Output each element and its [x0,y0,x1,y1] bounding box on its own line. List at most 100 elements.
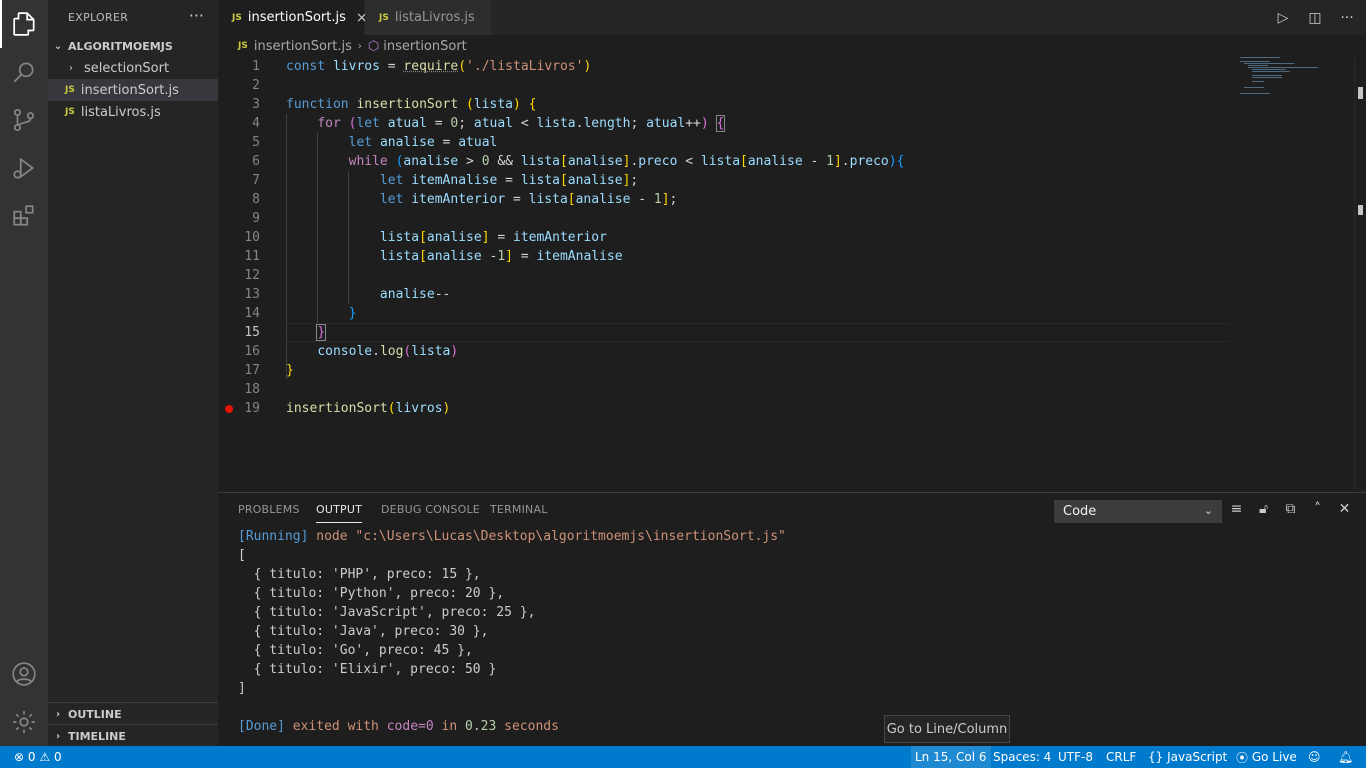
feedback-icon[interactable]: ☺ [1308,746,1321,768]
elapsed-time: 0.23 [465,719,497,734]
code-line: let itemAnterior = lista[analise - 1]; [379,192,678,207]
open-in-editor-icon[interactable]: ⧉ [1282,501,1299,517]
tab-label: insertionSort.js [247,10,346,25]
scroll-indicator [1358,205,1363,215]
editor-tab-bar: JS insertionSort.js × JS listaLivros.js … [218,0,1366,35]
explorer-title: EXPLORER [68,11,129,24]
tab-output[interactable]: OUTPUT [316,503,363,523]
source-control-icon[interactable] [0,96,48,144]
done-tag: [Done] [238,719,285,734]
problems-status[interactable]: ⊗ 0 ⚠ 0 [14,746,62,768]
code-line: console.log(lista) [317,344,459,359]
code-line: let itemAnalise = lista[analise]; [379,173,639,188]
maximize-panel-icon[interactable]: ˄ [1309,501,1326,517]
output-line: { titulo: 'PHP', preco: 15 }, [238,567,481,582]
minimap[interactable] [1238,57,1348,117]
breadcrumb-file[interactable]: insertionSort.js [254,39,352,54]
tab-insertionsort[interactable]: JS insertionSort.js × [218,0,368,35]
tree-item-selectionsort[interactable]: › selectionSort [48,57,218,79]
error-count: 0 [27,750,36,764]
output-line: [ [238,548,246,563]
tree-item-label: listaLivros.js [80,104,161,120]
js-file-icon: JS [232,12,242,23]
chevron-right-icon: › [55,708,61,720]
search-icon[interactable] [0,48,48,96]
more-actions-icon[interactable]: ··· [1338,10,1356,26]
tree-item-listalivros[interactable]: JS listaLivros.js [48,101,218,123]
code-line: } [286,363,294,378]
clear-output-icon[interactable]: ≡ [1228,501,1245,517]
extensions-icon[interactable] [0,192,48,240]
code-line: lista[analise -1] = itemAnalise [379,249,623,264]
end-of-line[interactable]: CRLF [1106,746,1136,768]
chevron-right-icon: › [357,40,362,52]
tab-listalivros[interactable]: JS listaLivros.js [365,0,491,35]
line-number: 12 [244,268,260,283]
line-number: 5 [252,135,260,150]
run-code-icon[interactable]: ▷ [1274,10,1292,26]
line-number: 19 [244,401,260,416]
outline-label: OUTLINE [68,707,122,721]
code-line: } [348,306,357,321]
running-command: node "c:\Users\Lucas\Desktop\algoritmoem… [308,529,786,544]
folder-name: ALGORITMOEMJS [68,39,173,53]
close-panel-icon[interactable]: ✕ [1336,501,1353,517]
output-line: { titulo: 'Python', preco: 20 }, [238,586,505,601]
run-debug-icon[interactable] [0,144,48,192]
language-mode[interactable]: {} JavaScript [1148,746,1227,768]
folder-header[interactable]: ⌄ ALGORITMOEMJS [48,35,218,57]
warning-count: 0 [53,750,62,764]
tree-item-insertionsort[interactable]: JS insertionSort.js [48,79,218,101]
js-file-icon: JS [65,107,75,117]
done-text: exited with [284,719,387,734]
code-line: analise-- [379,287,451,302]
chevron-right-icon: › [55,730,61,742]
line-number: 18 [244,382,260,397]
outline-section[interactable]: › OUTLINE [48,703,218,725]
go-live-button[interactable]: ⦿ Go Live [1236,746,1297,768]
breadcrumb-symbol[interactable]: insertionSort [383,39,467,54]
cursor-position[interactable]: Ln 15, Col 6 [911,746,991,768]
breakpoint-dot[interactable] [225,405,233,413]
split-editor-icon[interactable]: ◫ [1306,10,1324,26]
lock-scroll-icon[interactable]: 🔓︎ [1255,501,1272,517]
account-icon[interactable] [0,650,48,698]
line-number: 1 [252,59,260,74]
line-number: 14 [244,306,260,321]
line-number: 15 [244,325,260,340]
activity-bar [0,0,48,746]
code-line: insertionSort(livros) [286,401,451,416]
tab-debug-console[interactable]: DEBUG CONSOLE [381,503,480,516]
vertical-scrollbar[interactable] [1354,57,1366,491]
bottom-panel: PROBLEMS OUTPUT DEBUG CONSOLE TERMINAL C… [218,492,1366,746]
warning-icon: ⚠ [39,750,51,764]
exit-code: code=0 [386,719,434,734]
braces-icon: {} [1148,750,1164,764]
line-number: 2 [252,78,260,93]
notifications-bell-icon[interactable]: 🔔︎ [1338,746,1353,768]
tab-terminal[interactable]: TERMINAL [490,503,548,516]
done-text: seconds [496,719,559,734]
tab-problems[interactable]: PROBLEMS [238,503,300,516]
output-line: ] [238,681,246,696]
tab-label: listaLivros.js [394,10,475,25]
encoding[interactable]: UTF-8 [1058,746,1093,768]
line-number: 8 [252,192,260,207]
tree-item-label: insertionSort.js [80,82,179,98]
settings-gear-icon[interactable] [0,698,48,746]
line-number: 6 [252,154,260,169]
js-file-icon: JS [238,41,248,51]
editor-actions: ▷ ◫ ··· [1274,0,1356,35]
code-line: const livros = require('./listaLivros') [286,59,592,74]
explorer-icon[interactable] [0,0,48,48]
code-editor[interactable]: 1 const livros = require('./listaLivros')… [218,57,1366,491]
timeline-section[interactable]: › TIMELINE [48,725,218,747]
output-channel-select[interactable]: Code ⌄ [1054,500,1222,523]
output-line: { titulo: 'Elixir', preco: 50 } [238,662,497,677]
select-value: Code [1063,504,1097,519]
panel-actions: ≡ 🔓︎ ⧉ ˄ ✕ [1228,501,1353,517]
code-line: lista[analise] = itemAnterior [379,230,607,245]
indentation[interactable]: Spaces: 4 [993,746,1051,768]
more-actions-icon[interactable]: ··· [189,6,204,25]
language-label: JavaScript [1167,750,1228,764]
